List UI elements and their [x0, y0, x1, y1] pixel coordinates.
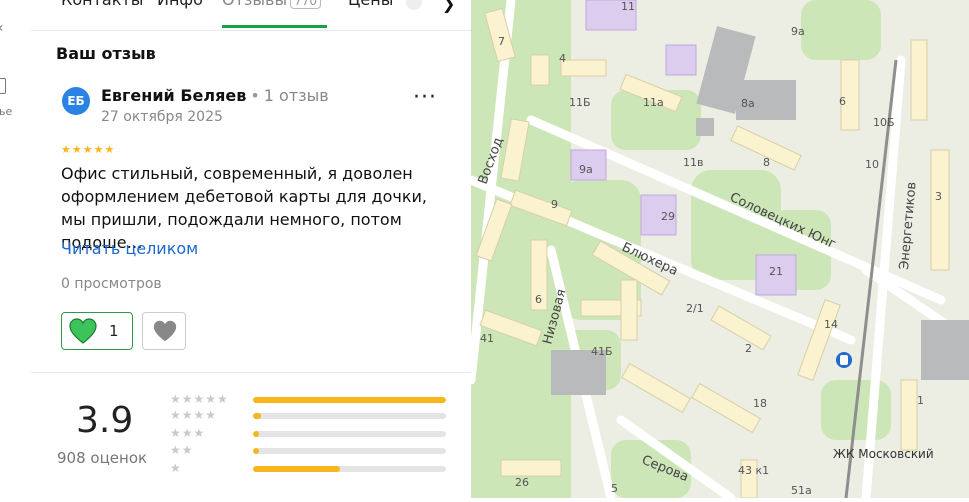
rating-row-bar: [253, 431, 446, 437]
tab-overflow-icon[interactable]: [406, 0, 422, 10]
rating-row-bar: [253, 413, 446, 419]
active-tab-indicator: [222, 25, 327, 28]
author-row: Евгений Беляев • 1 отзыв: [101, 86, 329, 105]
tab-reviews[interactable]: Отзывы770: [222, 0, 322, 9]
house-number-label: 41: [480, 332, 494, 345]
like-button[interactable]: 1: [61, 312, 133, 350]
rating-row-stars: ★★★: [170, 426, 206, 440]
rating-row-stars: ★★: [170, 443, 194, 457]
poi-label: ЖК Московский: [833, 447, 934, 461]
views-count: 0 просмотров: [61, 276, 162, 292]
house-number-label: 6: [535, 293, 542, 306]
house-number-label: 8: [763, 156, 770, 169]
rating-row-bar: [253, 448, 446, 454]
map-view[interactable]: Восход Соловецких Юнг Блюхера Низовая Эн…: [466, 0, 969, 502]
rating-row-bar: [253, 466, 446, 472]
like-count: 1: [109, 322, 119, 340]
train-station-icon: [836, 352, 852, 368]
rating-row-bar: [253, 397, 446, 403]
house-number-label: 14: [824, 318, 838, 331]
house-number-label: 9а: [791, 25, 805, 38]
sidebar-label-fragment: ье: [0, 105, 13, 118]
tab-reviews-count: 770: [290, 0, 322, 9]
map-canvas[interactable]: Восход Соловецких Юнг Блюхера Низовая Эн…: [466, 0, 969, 502]
more-options-icon[interactable]: ···: [413, 85, 437, 110]
house-number-label: 11Б: [569, 96, 591, 109]
house-number-label: 11: [621, 0, 635, 13]
house-number-label: 8а: [741, 97, 755, 110]
rating-row-fill: [253, 466, 340, 472]
tab-reviews-label: Отзывы: [222, 0, 287, 9]
review-stars: ★★★★★: [61, 143, 116, 156]
house-number-label: 2/1: [686, 302, 704, 315]
rating-row-fill: [253, 431, 259, 437]
dislike-button[interactable]: [142, 312, 186, 350]
house-number-label: 10: [865, 158, 879, 171]
grey-heart-icon: [153, 320, 177, 342]
green-heart-icon: [69, 318, 97, 344]
house-number-label: 3: [935, 190, 942, 203]
tab-prices[interactable]: Цены: [348, 0, 393, 9]
rating-row-fill: [253, 413, 261, 419]
author-name[interactable]: Евгений Беляев: [101, 86, 246, 105]
house-number-label: 4: [559, 52, 566, 65]
house-number-label: 21: [769, 265, 783, 278]
house-number-label: 26: [515, 476, 529, 489]
read-more-link[interactable]: Читать целиком: [61, 239, 198, 258]
chevron-fragment: ‹: [0, 20, 4, 36]
house-number-label: 51а: [791, 484, 812, 497]
house-number-label: 5: [611, 482, 618, 495]
house-number-label: 2: [745, 342, 752, 355]
separator-dot: •: [250, 86, 260, 105]
house-number-label: 29: [661, 210, 675, 223]
section-title: Ваш отзыв: [56, 44, 156, 63]
house-number-label: 6: [839, 95, 846, 108]
tab-contacts[interactable]: Контакты: [61, 0, 143, 9]
house-number-label: 1: [917, 394, 924, 407]
tab-info[interactable]: Инфо: [157, 0, 203, 9]
ratings-count: 908 оценок: [57, 449, 148, 467]
house-number-label: 9: [551, 198, 558, 211]
rating-row-fill: [253, 397, 446, 403]
rating-row-fill: [253, 448, 259, 454]
rating-score: 3.9: [76, 400, 134, 441]
house-number-label: 7: [498, 35, 505, 48]
author-review-count: 1 отзыв: [263, 86, 329, 105]
left-sidebar-strip: ‹ ье: [0, 0, 32, 498]
house-number-label: 11в: [683, 156, 703, 169]
chevron-right-icon[interactable]: ❯: [442, 0, 455, 13]
review-date: 27 октября 2025: [101, 109, 223, 125]
house-number-label: 43 к1: [738, 464, 769, 477]
house-number-label: 41Б: [591, 345, 613, 358]
place-card-panel: Контакты Инфо Отзывы770 Цены ❯ Ваш отзыв…: [31, 0, 472, 498]
house-number-label: 11а: [643, 96, 664, 109]
house-number-label: 10Б: [873, 116, 895, 129]
divider: [31, 372, 471, 373]
rating-row-stars: ★: [170, 461, 182, 475]
divider: [31, 30, 471, 31]
rating-row-stars: ★★★★★: [170, 392, 229, 406]
house-number-label: 9а: [579, 163, 593, 176]
house-number-label: 18: [753, 397, 767, 410]
avatar[interactable]: ЕБ: [62, 87, 90, 115]
sidebar-icon-fragment: [0, 78, 6, 94]
tabs-bar: Контакты Инфо Отзывы770 Цены ❯: [31, 0, 471, 30]
rating-row-stars: ★★★★: [170, 408, 218, 422]
